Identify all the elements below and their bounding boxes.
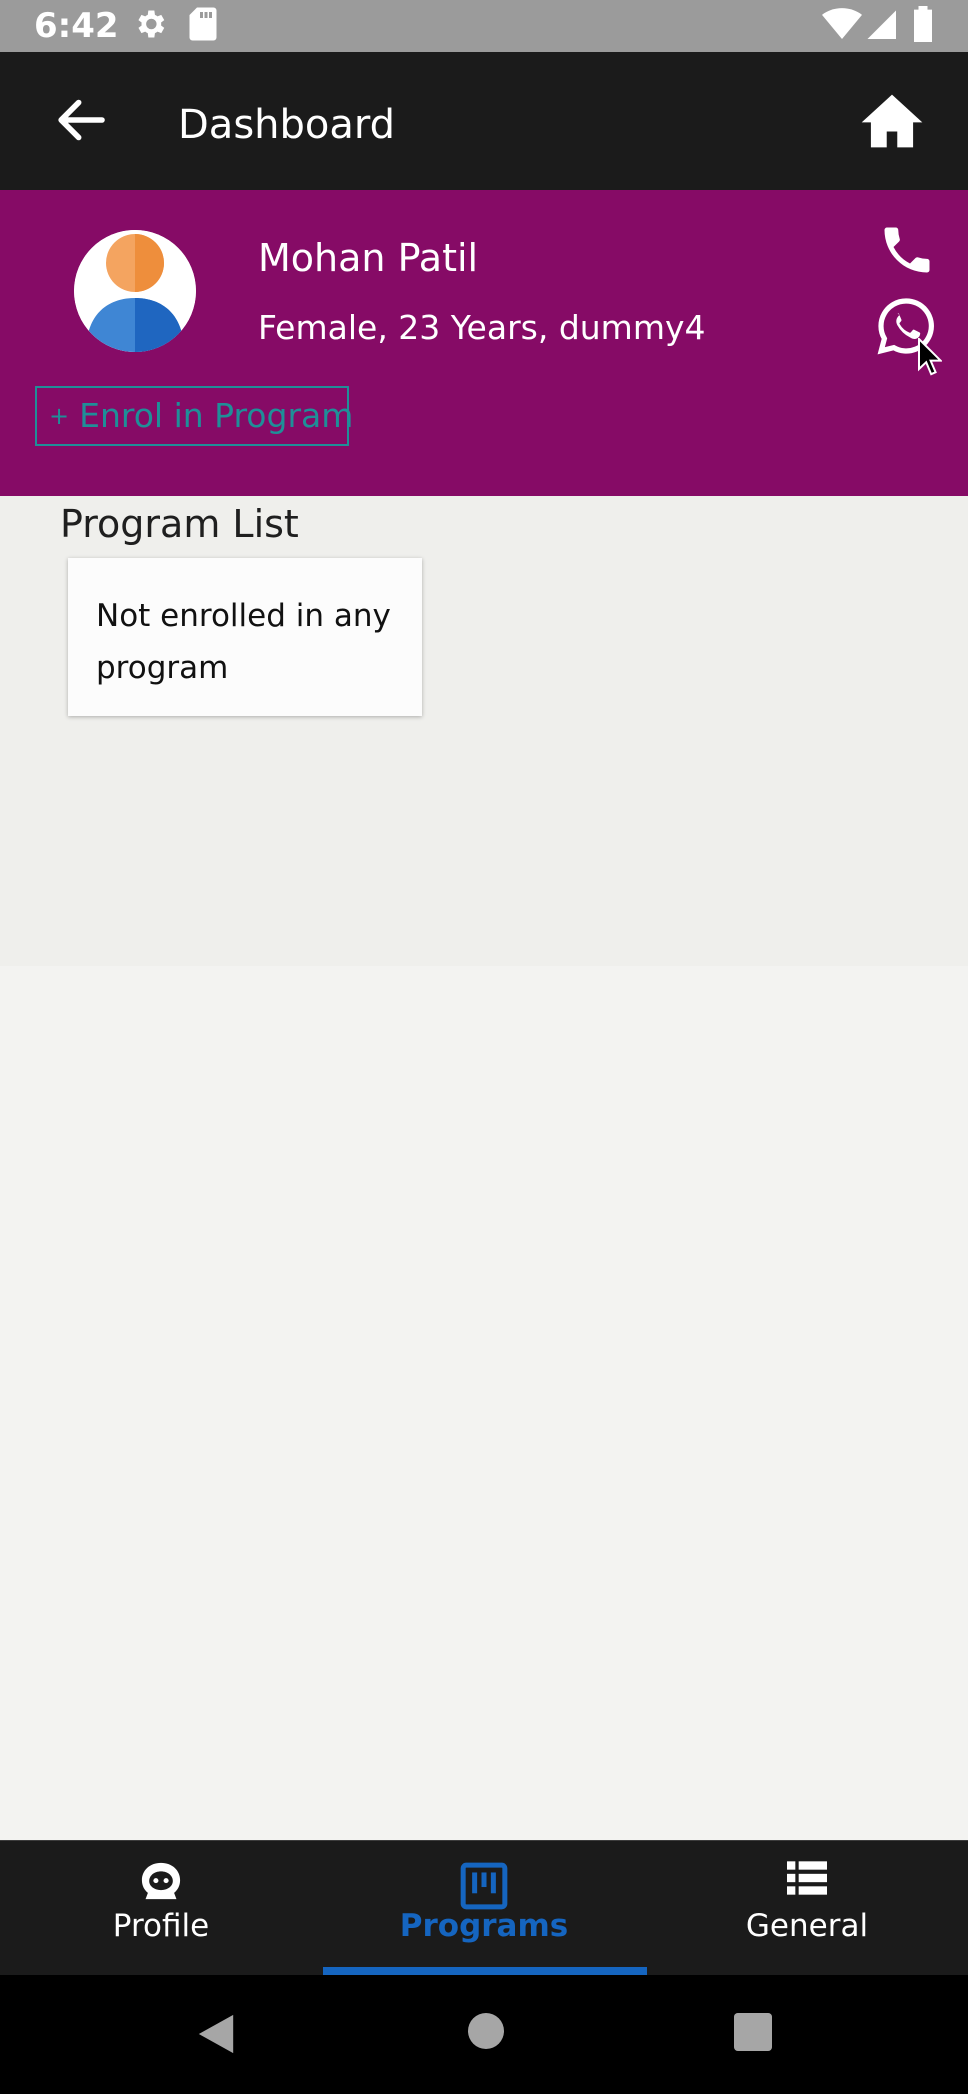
status-time: 6:42 [34,6,119,46]
tab-programs-label: Programs [399,1908,569,1944]
tab-profile-label: Profile [112,1908,210,1944]
enrol-label: Enrol in Program [79,396,354,435]
system-navigation-bar [0,1975,968,2094]
recents-square-icon[interactable] [734,2013,772,2051]
app-bar: Dashboard [0,52,968,190]
tab-programs[interactable]: Programs [323,1841,645,1976]
patient-details: Female, 23 Years, dummy4 [258,308,706,347]
empty-programs-message: Not enrolled in any program [96,598,391,686]
settings-icon [138,10,165,38]
home-button[interactable] [860,92,926,152]
plus-icon: + [49,402,70,430]
tab-general-label: General [745,1908,869,1944]
program-list-title: Program List [60,502,299,546]
patient-name: Mohan Patil [258,236,479,280]
list-icon [787,1861,827,1895]
phone-icon [884,227,930,273]
back-triangle-icon[interactable] [196,2013,236,2055]
status-bar: 6:42 [0,0,968,52]
bottom-navigation: Profile Programs General [0,1840,968,1976]
avatar [74,230,196,352]
patient-header: Mohan Patil Female, 23 Years, dummy4 + En… [0,190,968,496]
mouse-cursor-icon [918,338,942,376]
home-circle-icon[interactable] [468,2013,504,2049]
arrow-back-icon [58,99,105,141]
tab-profile[interactable]: Profile [0,1841,322,1976]
tab-general[interactable]: General [646,1841,968,1976]
empty-programs-card: Not enrolled in any program [68,558,422,716]
home-icon [861,94,923,148]
page-title: Dashboard [178,102,396,148]
battery-icon [914,6,932,42]
wifi-icon [822,8,862,39]
signal-icon [867,10,896,39]
back-button[interactable] [50,92,120,152]
profile-face-icon [141,1862,181,1900]
user-avatar-icon [74,230,196,352]
sd-card-icon [189,7,217,41]
call-button[interactable] [876,220,940,282]
programs-board-icon [460,1862,508,1910]
enrol-in-program-button[interactable]: + Enrol in Program [35,386,353,446]
